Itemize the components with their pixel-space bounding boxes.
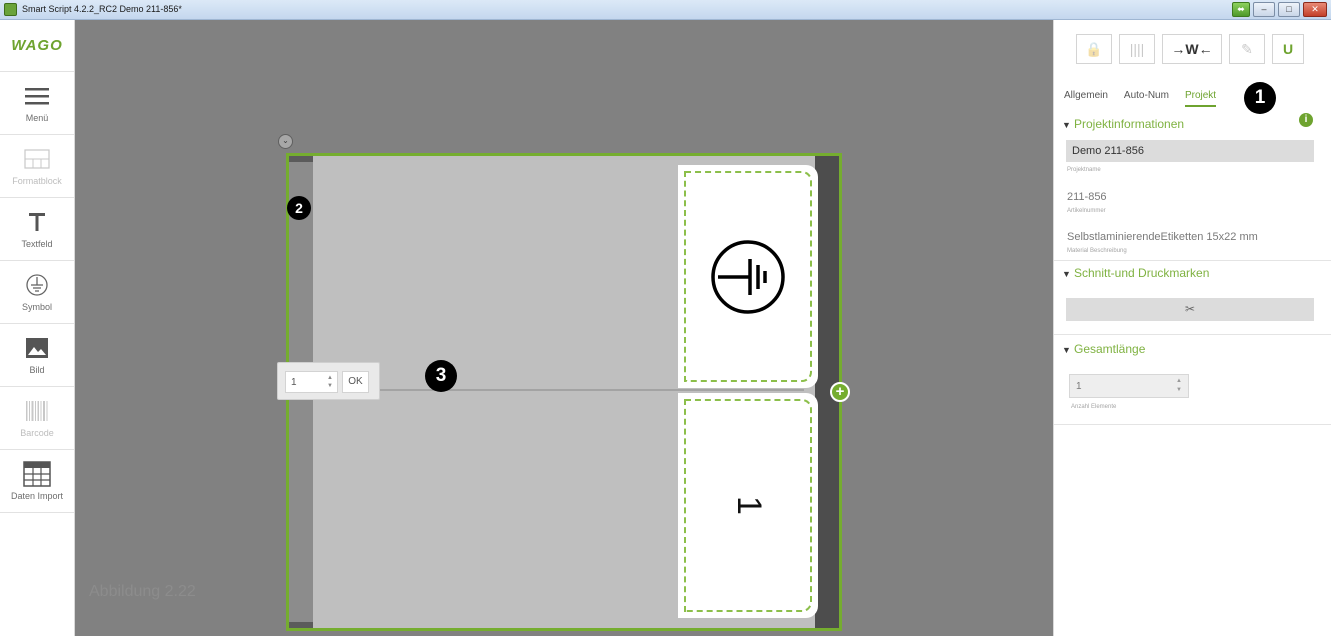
add-element-button[interactable]: +	[830, 382, 850, 402]
stepper-arrows-icon[interactable]: ▲ ▼	[1176, 377, 1182, 395]
element-count-value: 1	[291, 377, 297, 388]
tool-menu[interactable]: Menü	[0, 72, 74, 135]
callout-3: 3	[425, 360, 457, 392]
section-schnitt-label: Schnitt-und Druckmarken	[1074, 266, 1210, 280]
section-projektinformationen-label: Projektinformationen	[1074, 117, 1185, 131]
tool-barcode-label: Barcode	[20, 428, 54, 438]
tool-textfeld-label: Textfeld	[21, 239, 53, 249]
wago-logo: WAGO	[0, 20, 74, 72]
magnet-button[interactable]: U	[1272, 34, 1304, 64]
strip-cap-top	[289, 156, 313, 162]
hamburger-icon	[23, 83, 51, 109]
project-name-field[interactable]: Demo 211-856	[1066, 140, 1314, 162]
design-canvas[interactable]: Abbildung 2.22 ⌄ 1 + 1 ▲ ▼ OK 2 3	[75, 20, 1053, 636]
tool-textfeld[interactable]: Textfeld	[0, 198, 74, 261]
window-controls: ⬌ – □ ✕	[1232, 2, 1327, 17]
separator	[1054, 334, 1331, 335]
element-count-popup: 1 ▲ ▼ OK	[277, 362, 380, 400]
separator	[1054, 424, 1331, 425]
wand-icon: ✎	[1241, 40, 1253, 57]
figure-watermark: Abbildung 2.22	[89, 583, 196, 600]
barcode-icon	[23, 398, 51, 424]
tool-menu-label: Menü	[25, 113, 49, 123]
ground-symbol-icon[interactable]	[678, 165, 818, 388]
chevron-down-icon: ▼	[1062, 120, 1071, 130]
tool-symbol[interactable]: Symbol	[0, 261, 74, 324]
cut-marks-button[interactable]: ✂	[1066, 298, 1314, 321]
tool-symbol-label: Symbol	[21, 302, 52, 312]
tool-bild-label: Bild	[29, 365, 45, 375]
callout-2: 2	[287, 196, 311, 220]
total-elements-input[interactable]: 1 ▲ ▼	[1069, 374, 1189, 398]
total-elements-label: Anzahl Elemente	[1071, 404, 1117, 410]
wand-button[interactable]: ✎	[1229, 34, 1265, 64]
label-number: 1	[678, 393, 818, 618]
close-button[interactable]: ✕	[1303, 2, 1327, 17]
app-status-icon[interactable]: ⬌	[1232, 2, 1250, 17]
article-number-label: Artikelnummer	[1067, 208, 1106, 214]
tab-auto-num[interactable]: Auto-Num	[1124, 90, 1169, 107]
text-icon	[23, 209, 51, 235]
section-schnitt-druckmarken[interactable]: ▼ Schnitt-und Druckmarken	[1062, 266, 1209, 280]
minimize-button[interactable]: –	[1253, 2, 1275, 17]
ok-button[interactable]: OK	[342, 371, 369, 393]
maximize-button[interactable]: □	[1278, 2, 1300, 17]
tool-formatblock[interactable]: Formatblock	[0, 135, 74, 198]
label-card-number[interactable]: 1	[678, 393, 818, 618]
panel-tabs: Allgemein Auto-Num Projekt	[1064, 90, 1217, 107]
tool-bild[interactable]: Bild	[0, 324, 74, 387]
section-projektinformationen[interactable]: ▼ Projektinformationen	[1062, 117, 1184, 131]
section-gesamtlaenge-label: Gesamtlänge	[1074, 342, 1146, 356]
formatblock-icon	[23, 146, 51, 172]
callout-1: 1	[1244, 82, 1276, 114]
magnet-icon: U	[1282, 41, 1294, 57]
collapse-icon[interactable]: ⌄	[278, 134, 293, 149]
label-card-symbol[interactable]	[678, 165, 818, 388]
tab-projekt[interactable]: Projekt	[1184, 90, 1217, 107]
label-number-text: 1	[729, 496, 768, 515]
earth-symbol-icon	[23, 272, 51, 298]
image-icon	[23, 335, 51, 361]
left-toolbar: WAGO Menü Formatblock Textfeld Symbol Bi…	[0, 20, 75, 636]
window-title: Smart Script 4.2.2_RC2 Demo 211-856*	[22, 4, 182, 14]
project-name-label: Projektname	[1067, 167, 1101, 173]
app-icon	[4, 3, 17, 16]
tool-daten-import[interactable]: Daten Import	[0, 450, 74, 513]
columns-icon: ||||	[1129, 41, 1145, 57]
scissors-icon: ✂	[1184, 302, 1196, 316]
tab-allgemein[interactable]: Allgemein	[1064, 90, 1108, 107]
section-gesamtlaenge[interactable]: ▼ Gesamtlänge	[1062, 342, 1145, 356]
article-number-field[interactable]: 211-856	[1067, 191, 1107, 203]
separator	[1054, 260, 1331, 261]
chevron-down-icon: ▼	[1062, 269, 1071, 279]
tool-barcode[interactable]: Barcode	[0, 387, 74, 450]
material-field[interactable]: SelbstlaminierendeEtiketten 15x22 mm	[1067, 231, 1258, 243]
lock-button[interactable]: 🔒	[1076, 34, 1112, 64]
panel-toolbar: 🔒 |||| →W← ✎ U	[1076, 34, 1304, 64]
total-elements-value: 1	[1076, 381, 1082, 392]
properties-panel: 🔒 |||| →W← ✎ U Allgemein Auto-Num Projek…	[1053, 20, 1331, 636]
strip-cap-bottom	[289, 622, 313, 628]
info-icon[interactable]: i	[1299, 113, 1313, 127]
chevron-down-icon: ▼	[1062, 345, 1071, 355]
stepper-arrows-icon[interactable]: ▲ ▼	[327, 374, 333, 390]
tool-formatblock-label: Formatblock	[12, 176, 62, 186]
element-count-input[interactable]: 1 ▲ ▼	[285, 371, 338, 393]
fit-width-icon: →W←	[1171, 41, 1213, 57]
material-label: Material Beschreibung	[1067, 248, 1127, 254]
logo-text: WAGO	[11, 37, 63, 54]
columns-button[interactable]: ||||	[1119, 34, 1155, 64]
tool-daten-import-label: Daten Import	[10, 491, 64, 501]
fit-width-button[interactable]: →W←	[1162, 34, 1222, 64]
title-bar: Smart Script 4.2.2_RC2 Demo 211-856* ⬌ –…	[0, 0, 1331, 20]
table-icon	[23, 461, 51, 487]
lock-icon: 🔒	[1085, 40, 1103, 57]
